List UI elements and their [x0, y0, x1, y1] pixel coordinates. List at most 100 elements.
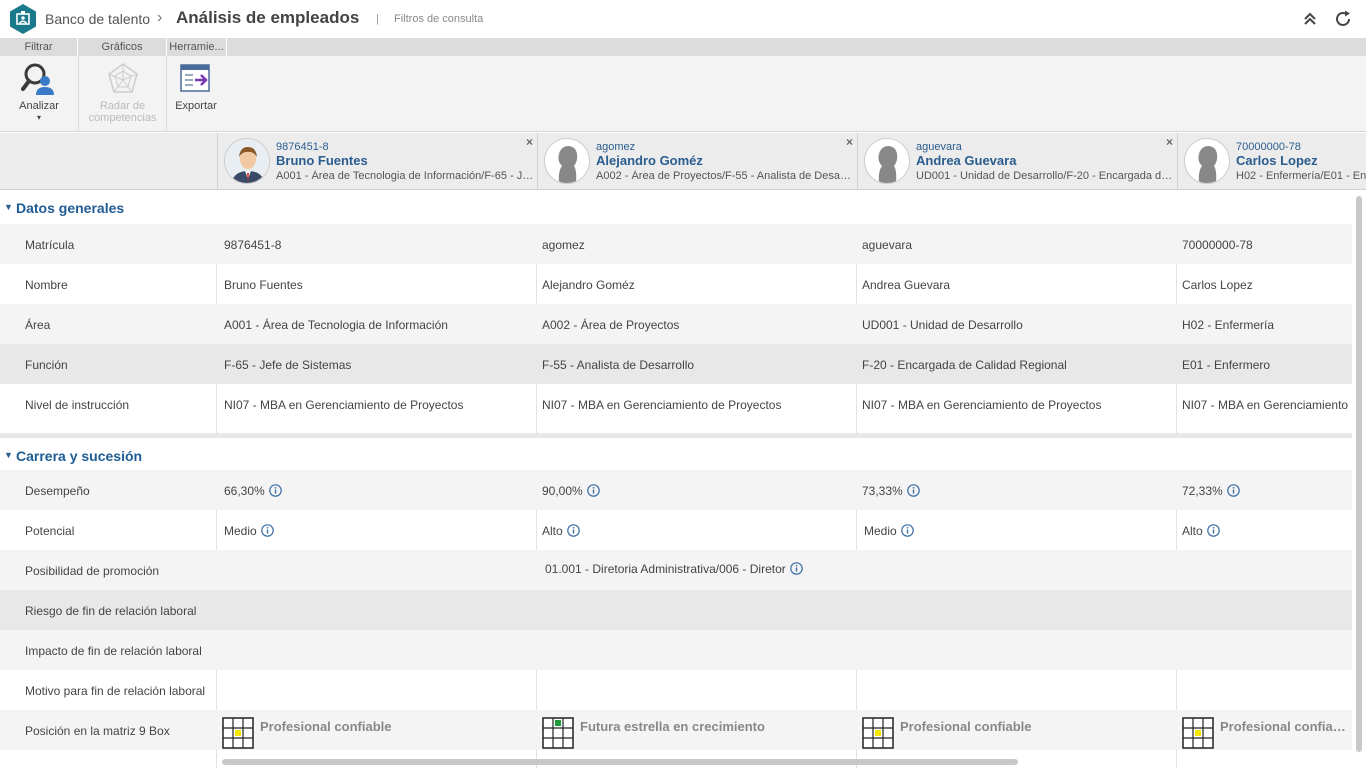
cell-value: H02 - Enfermería — [1182, 318, 1275, 332]
radar-chart-icon — [107, 63, 138, 93]
info-icon[interactable] — [789, 562, 803, 575]
table-row: Riesgo de fin de relación laboral — [0, 590, 1352, 630]
section-header-career[interactable]: ▼ Carrera y sucesión — [0, 438, 1352, 472]
table-row: Desempeño 66,30% 90,00% 73,33% 72,33% — [0, 470, 1352, 510]
table-row: Función F-65 - Jefe de Sistemas F-55 - A… — [0, 344, 1352, 384]
potential-cell: Medio — [864, 524, 1169, 538]
row-label: Desempeño — [25, 484, 90, 498]
default-avatar-icon — [1185, 139, 1229, 183]
breadcrumb-talent-bank[interactable]: Banco de talento — [45, 11, 150, 27]
cell-value: NI07 - MBA en Gerenciamiento de Proyecto… — [224, 398, 464, 412]
table-row: Potencial Medio Alto Medio Alto — [0, 510, 1352, 550]
cell-value: NI07 - MBA en Gerenciamiento de Proyecto… — [1182, 398, 1350, 412]
competency-radar-button[interactable]: Radar de competencias — [80, 56, 165, 132]
analyze-button[interactable]: Analizar ▾ — [0, 56, 78, 132]
top-bar: Banco de talento › Análisis de empleados… — [0, 0, 1366, 38]
info-icon[interactable] — [260, 524, 274, 537]
ribbon-tab-charts[interactable]: Gráficos — [78, 38, 167, 56]
info-icon[interactable] — [586, 484, 600, 497]
row-label: Posibilidad de promoción — [25, 564, 160, 578]
nine-box-highlight — [555, 720, 561, 726]
comparison-grid: ▼ Datos generales Matrícula 9876451-8 ag… — [0, 190, 1352, 768]
nine-box-cell[interactable]: Profesional confiable — [1182, 717, 1352, 749]
ribbon-separator — [78, 56, 79, 132]
nine-box-cell[interactable]: Futura estrella en crecimiento — [542, 717, 852, 749]
table-row: Nombre Bruno Fuentes Alejandro Goméz And… — [0, 264, 1352, 304]
nine-box-cell[interactable]: Profesional confiable — [222, 717, 532, 749]
info-icon[interactable] — [1206, 524, 1220, 537]
employee-description: UD001 - Unidad de Desarrollo/F-20 - Enca… — [916, 170, 1174, 182]
potential-cell: Alto — [1182, 524, 1350, 538]
export-button[interactable]: Exportar — [168, 56, 224, 132]
ribbon-separator — [166, 56, 167, 132]
section-header-general[interactable]: ▼ Datos generales — [0, 190, 1352, 224]
performance-cell: 90,00% — [542, 484, 847, 498]
avatar — [1184, 138, 1230, 184]
performance-cell: 73,33% — [862, 484, 1167, 498]
radar-label: Radar de competencias — [88, 100, 157, 124]
employee-card[interactable]: 9876451-8 Bruno Fuentes A001 - Área de T… — [217, 133, 537, 190]
row-label: Nivel de instrucción — [25, 398, 130, 412]
horizontal-scrollbar[interactable] — [222, 759, 1018, 765]
cell-value: NI07 - MBA en Gerenciamiento de Proyecto… — [542, 398, 782, 412]
refresh-icon[interactable] — [1333, 9, 1353, 29]
employee-photo — [225, 139, 269, 183]
potential-cell: Medio — [224, 524, 529, 538]
nine-box-label: Profesional confiable — [900, 719, 1032, 734]
ribbon-tabs: Filtrar Gráficos Herramie... — [0, 38, 1366, 56]
promotion-cell: 01.001 - Diretoria Administrativa/006 - … — [545, 562, 850, 576]
vertical-scrollbar[interactable] — [1356, 196, 1362, 752]
analyze-icon — [21, 63, 54, 95]
cell-value: A002 - Área de Proyectos — [542, 318, 680, 332]
ribbon-tab-tools[interactable]: Herramie... — [167, 38, 227, 56]
table-row: Posibilidad de promoción 01.001 - Direto… — [0, 550, 1352, 590]
info-icon[interactable] — [900, 524, 914, 537]
employee-card[interactable]: aguevara Andrea Guevara UD001 - Unidad d… — [857, 133, 1177, 190]
info-icon[interactable] — [906, 484, 920, 497]
employee-description: A002 - Área de Proyectos/F-55 - Analista… — [596, 170, 854, 182]
ribbon-tab-filter[interactable]: Filtrar — [0, 38, 78, 56]
analyze-label: Analizar — [19, 100, 59, 112]
table-row: Impacto de fin de relación laboral — [0, 630, 1352, 670]
cell-value: A001 - Área de Tecnologia de Información — [224, 318, 448, 332]
collapse-up-icon[interactable] — [1300, 9, 1320, 29]
cell-value: 73,33% — [862, 484, 903, 498]
employee-description: A001 - Área de Tecnologia de Información… — [276, 170, 534, 182]
employee-card[interactable]: 70000000-78 Carlos Lopez H02 - Enfermerí… — [1177, 133, 1366, 190]
close-icon[interactable]: × — [846, 135, 853, 149]
collapse-arrow-icon[interactable]: ▼ — [4, 450, 13, 460]
employee-card[interactable]: agomez Alejandro Goméz A002 - Área de Pr… — [537, 133, 857, 190]
row-label: Nombre — [25, 278, 68, 292]
cell-value: 70000000-78 — [1182, 238, 1253, 252]
close-icon[interactable]: × — [526, 135, 533, 149]
cell-value: Andrea Guevara — [862, 278, 951, 292]
query-filters-link[interactable]: Filtros de consulta — [394, 13, 483, 25]
cell-value: Bruno Fuentes — [224, 278, 303, 292]
nine-box-cell[interactable]: Profesional confiable — [862, 717, 1172, 749]
row-label: Motivo para fin de relación laboral — [25, 684, 206, 698]
nine-box-label: Profesional confiable — [1220, 719, 1348, 734]
cell-value: Medio — [864, 524, 897, 538]
info-icon[interactable] — [268, 484, 282, 497]
talent-bank-logo-icon[interactable] — [7, 3, 39, 35]
performance-cell: 66,30% — [224, 484, 529, 498]
section-title: Datos generales — [16, 200, 125, 216]
analyze-dropdown-arrow-icon[interactable]: ▾ — [0, 112, 78, 124]
collapse-arrow-icon[interactable]: ▼ — [4, 202, 13, 212]
info-icon[interactable] — [1226, 484, 1240, 497]
row-label: Impacto de fin de relación laboral — [25, 644, 202, 658]
table-row: Área A001 - Área de Tecnologia de Inform… — [0, 304, 1352, 344]
avatar — [864, 138, 910, 184]
nine-box-highlight — [1195, 730, 1201, 736]
table-row: Matrícula 9876451-8 agomez aguevara 7000… — [0, 224, 1352, 264]
table-row: Motivo para fin de relación laboral — [0, 670, 1352, 710]
export-icon — [180, 64, 210, 92]
info-icon[interactable] — [566, 524, 580, 537]
cell-value: 01.001 - Diretoria Administrativa/006 - … — [545, 562, 786, 576]
employee-name: Bruno Fuentes — [276, 153, 368, 168]
close-icon[interactable]: × — [1166, 135, 1173, 149]
row-label: Matrícula — [25, 238, 75, 252]
employee-id: agomez — [596, 141, 636, 153]
row-label: Posición en la matriz 9 Box — [25, 724, 170, 738]
nine-box-grid-icon — [862, 717, 894, 749]
